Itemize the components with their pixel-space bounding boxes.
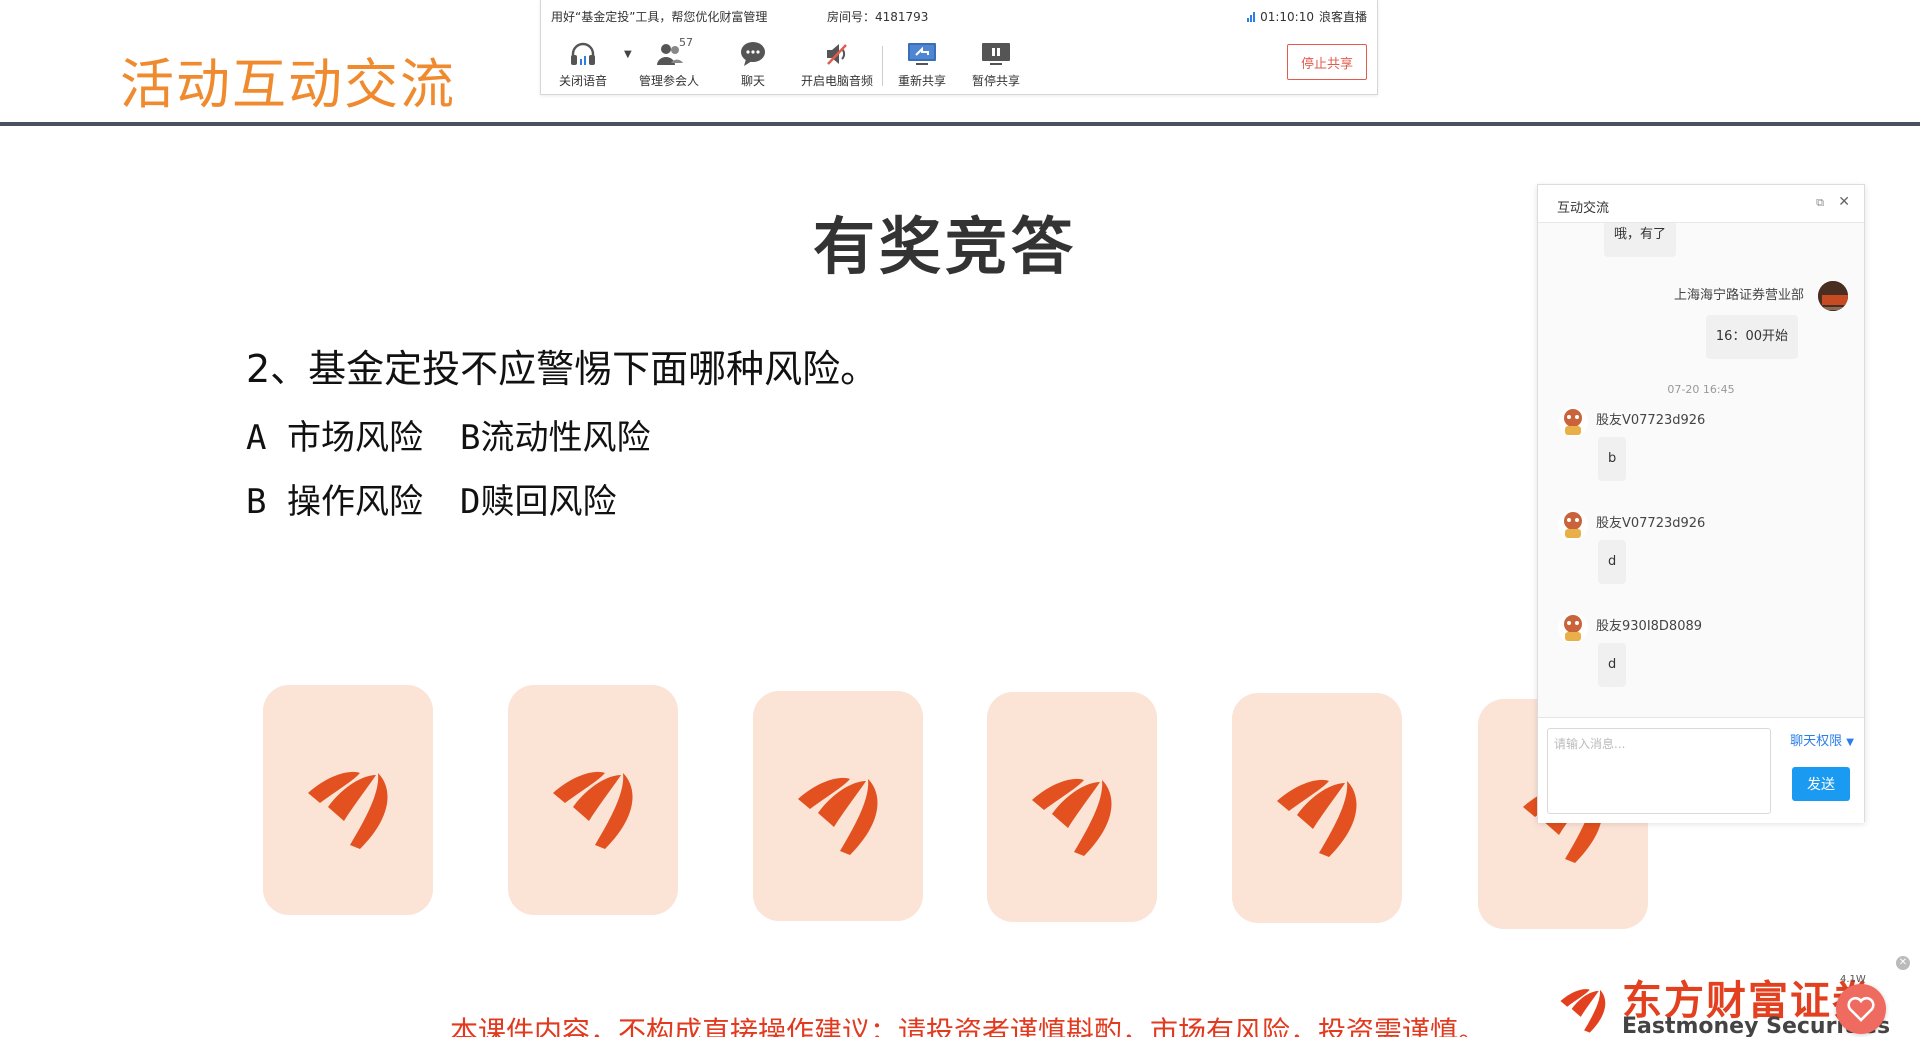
pause-share-icon	[954, 40, 1038, 68]
chat-header: 互动交流 ⧉ ✕	[1538, 185, 1864, 223]
chat-messages: 哦，有了 上海海宁路证券营业部 16：00开始 07-20 16:45 股友V0…	[1538, 223, 1864, 717]
manage-participants-label: 管理参会人	[638, 74, 699, 88]
eastmoney-logo-icon	[1032, 778, 1112, 856]
message-sender: 股友V07723d926	[1596, 516, 1706, 531]
avatar	[1558, 510, 1588, 540]
chat-permission-dropdown[interactable]: 聊天权限 ▼	[1790, 730, 1854, 749]
message-sender: 股友V07723d926	[1596, 413, 1706, 428]
disclaimer-text: 本课件内容，不构成直接操作建议；请投资者谨慎斟酌，市场有风险，投资需谨慎。	[450, 1015, 1487, 1037]
message-timestamp: 07-20 16:45	[1667, 383, 1735, 396]
prize-card[interactable]	[263, 685, 433, 915]
stop-share-button[interactable]: 停止共享	[1287, 44, 1367, 80]
toolbar-actions: 关闭语音 ▼ 57 管理参会人 聊天 开启电脑音频 重新共享 暂停共享	[541, 36, 1377, 92]
toolbar-info-bar: 用好“基金定投”工具，帮您优化财富管理 房间号：4181793 01:10:10…	[541, 0, 1377, 28]
avatar	[1558, 613, 1588, 643]
chat-bubble-icon	[711, 40, 795, 68]
eastmoney-logo-icon	[1560, 989, 1606, 1033]
header-divider	[0, 122, 1920, 126]
chat-panel: 互动交流 ⧉ ✕ 哦，有了 上海海宁路证券营业部 16：00开始 07-20 1…	[1537, 184, 1865, 823]
chevron-down-icon: ▼	[1846, 737, 1854, 748]
heart-icon	[1847, 996, 1875, 1022]
eastmoney-logo-icon	[308, 771, 388, 849]
chat-title: 互动交流	[1557, 201, 1610, 216]
chat-button[interactable]: 聊天	[711, 40, 795, 89]
reshare-label: 重新共享	[897, 74, 946, 88]
like-button[interactable]	[1836, 984, 1886, 1034]
timer: 01:10:10	[1260, 9, 1314, 24]
message-input[interactable]	[1547, 728, 1771, 814]
meeting-toolbar: 用好“基金定投”工具，帮您优化财富管理 房间号：4181793 01:10:10…	[540, 0, 1378, 95]
message-bubble: d	[1598, 540, 1627, 584]
close-icon[interactable]: ✕	[1896, 956, 1910, 970]
prize-card[interactable]	[753, 691, 923, 921]
prize-card[interactable]	[1232, 693, 1402, 923]
screen-share-icon	[880, 40, 964, 68]
enable-pc-audio-button[interactable]: 开启电脑音频	[795, 40, 879, 89]
toggle-voice-label: 关闭语音	[558, 74, 607, 88]
reshare-button[interactable]: 重新共享	[880, 40, 964, 89]
chat-permission-label: 聊天权限	[1790, 734, 1843, 749]
message-bubble: b	[1598, 437, 1627, 481]
signal-icon	[1247, 11, 1256, 22]
eastmoney-logo-icon	[553, 771, 633, 849]
participants-icon	[627, 40, 711, 68]
live-label: 浪客直播	[1318, 10, 1367, 24]
eastmoney-logo-icon	[798, 777, 878, 855]
headset-icon	[541, 40, 625, 68]
send-button[interactable]: 发送	[1792, 767, 1850, 801]
popout-icon[interactable]: ⧉	[1816, 196, 1824, 210]
avatar	[1818, 281, 1848, 311]
promo-text: 用好“基金定投”工具，帮您优化财富管理	[551, 10, 768, 24]
prize-card[interactable]	[987, 692, 1157, 922]
toggle-voice-button[interactable]: 关闭语音	[541, 40, 625, 89]
room-number: 房间号：4181793	[827, 10, 929, 24]
pause-share-label: 暂停共享	[971, 74, 1020, 88]
close-icon[interactable]: ✕	[1838, 194, 1850, 210]
slide-header-title: 活动互动交流	[120, 53, 456, 116]
message-bubble: 16：00开始	[1705, 315, 1798, 359]
chat-label: 聊天	[740, 74, 765, 88]
live-status: 01:10:10 浪客直播	[1247, 8, 1367, 25]
option-row: B 操作风险 D赎回风险	[246, 474, 616, 523]
speaker-muted-icon	[795, 40, 879, 68]
avatar	[1558, 407, 1588, 437]
option-text: D赎回风险	[460, 482, 617, 522]
quiz-question: 2、基金定投不应警惕下面哪种风险。	[246, 347, 879, 391]
message-bubble: 哦，有了	[1604, 223, 1677, 257]
option-text: B 操作风险	[246, 482, 423, 522]
enable-pc-audio-label: 开启电脑音频	[800, 74, 873, 88]
pause-share-button[interactable]: 暂停共享	[954, 40, 1038, 89]
manage-participants-button[interactable]: 57 管理参会人	[627, 36, 711, 89]
eastmoney-logo-icon	[1277, 779, 1357, 857]
message-sender: 上海海宁路证券营业部	[1673, 288, 1804, 303]
participant-count: 57	[679, 36, 693, 49]
option-text: B流动性风险	[460, 418, 651, 458]
message-sender: 股友930I8D8089	[1596, 619, 1703, 634]
option-text: A 市场风险	[246, 418, 423, 458]
option-row: A 市场风险 B流动性风险	[246, 410, 650, 459]
message-bubble: d	[1598, 643, 1627, 687]
chat-composer: 聊天权限 ▼ 发送	[1538, 717, 1864, 823]
prize-card[interactable]	[508, 685, 678, 915]
